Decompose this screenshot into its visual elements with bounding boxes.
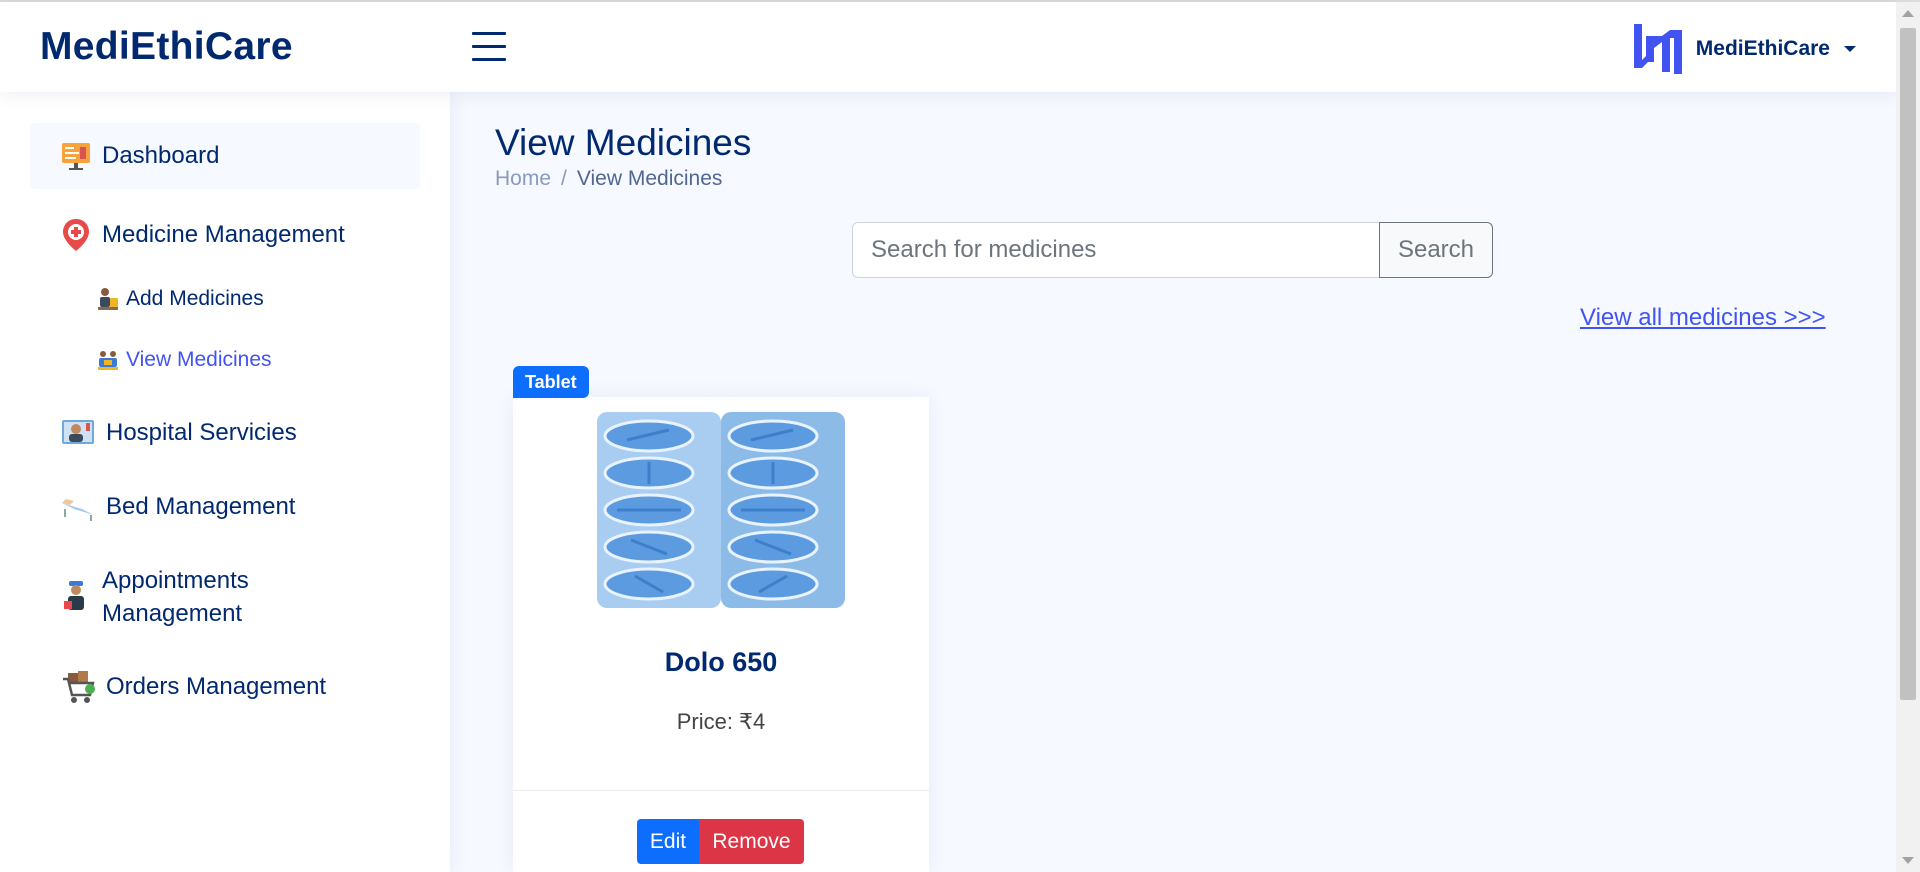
breadcrumb-current: View Medicines: [576, 167, 723, 190]
chevron-down-icon: [1844, 46, 1856, 52]
sidebar-item-hospital-services[interactable]: Hospital Servicies: [30, 408, 420, 458]
sidebar-item-bed-management[interactable]: Bed Management: [30, 482, 420, 532]
profile-name: MediEthiCare: [1695, 37, 1830, 60]
profile-dropdown[interactable]: MediEthiCare: [1632, 22, 1856, 76]
sidebar-item-label: Appointments Management: [102, 567, 249, 627]
sidebar-item-label: Medicine Management: [102, 221, 345, 248]
card-divider: [513, 790, 929, 791]
breadcrumb: Home / View Medicines: [495, 167, 722, 191]
sidebar-item-appointments-management[interactable]: Appointments Management: [30, 562, 420, 632]
bed-icon: [60, 491, 96, 523]
brand-logo-icon: [1633, 24, 1682, 74]
sidebar-item-label: View Medicines: [126, 348, 272, 371]
medicine-price: Price: ₹4: [676, 709, 766, 734]
hospital-services-icon: [60, 417, 96, 449]
view-all-medicines-link[interactable]: View all medicines >>>: [1580, 304, 1826, 332]
sidebar-item-label: Bed Management: [106, 493, 296, 520]
view-medicines-icon: [96, 347, 120, 373]
page-title: View Medicines: [495, 122, 752, 163]
edit-button[interactable]: Edit: [637, 819, 699, 864]
sidebar-item-label: Hospital Servicies: [106, 419, 297, 446]
medicine-card: Dolo 650 Price: ₹4 Edit Remove: [513, 397, 929, 872]
breadcrumb-home-link[interactable]: Home: [495, 167, 551, 191]
scroll-up-arrow-icon[interactable]: [1902, 10, 1914, 17]
medicine-type-badge: Tablet: [513, 366, 589, 398]
sidebar-item-label: Orders Management: [106, 673, 327, 700]
sidebar-item-view-medicines[interactable]: View Medicines: [96, 347, 272, 373]
menu-toggle-icon[interactable]: [472, 32, 506, 62]
appointments-icon: [60, 579, 92, 615]
remove-button[interactable]: Remove: [699, 819, 804, 864]
cart-icon: [60, 669, 96, 705]
sidebar-item-dashboard[interactable]: Dashboard: [30, 123, 420, 189]
card-actions: Edit Remove: [637, 819, 804, 864]
top-header: MediEthiCare MediEthiCare: [0, 2, 1896, 92]
medicine-name: Dolo 650: [664, 647, 778, 677]
sidebar-item-add-medicines[interactable]: Add Medicines: [96, 286, 264, 312]
sidebar-item-medicine-management[interactable]: Medicine Management: [30, 210, 420, 260]
search-input[interactable]: [852, 222, 1379, 278]
sidebar-item-label: Add Medicines: [126, 287, 264, 310]
brand-logo-text[interactable]: MediEthiCare: [40, 25, 293, 69]
main-content: View Medicines Home / View Medicines Sea…: [450, 92, 1896, 872]
add-medicines-icon: [96, 286, 120, 312]
dashboard-icon: [60, 140, 92, 172]
search-form: Search: [852, 222, 1493, 278]
breadcrumb-separator: /: [561, 167, 567, 190]
sidebar: Dashboard Medicine Management Add Medici…: [0, 92, 450, 872]
medical-pin-icon: [60, 217, 92, 253]
search-button[interactable]: Search: [1379, 222, 1493, 278]
tablet-strip-image: [597, 412, 845, 608]
vertical-scrollbar[interactable]: [1896, 2, 1920, 872]
sidebar-item-orders-management[interactable]: Orders Management: [30, 662, 420, 712]
scroll-down-arrow-icon[interactable]: [1902, 857, 1914, 864]
sidebar-item-label: Dashboard: [102, 142, 220, 169]
scrollbar-thumb[interactable]: [1900, 28, 1916, 700]
